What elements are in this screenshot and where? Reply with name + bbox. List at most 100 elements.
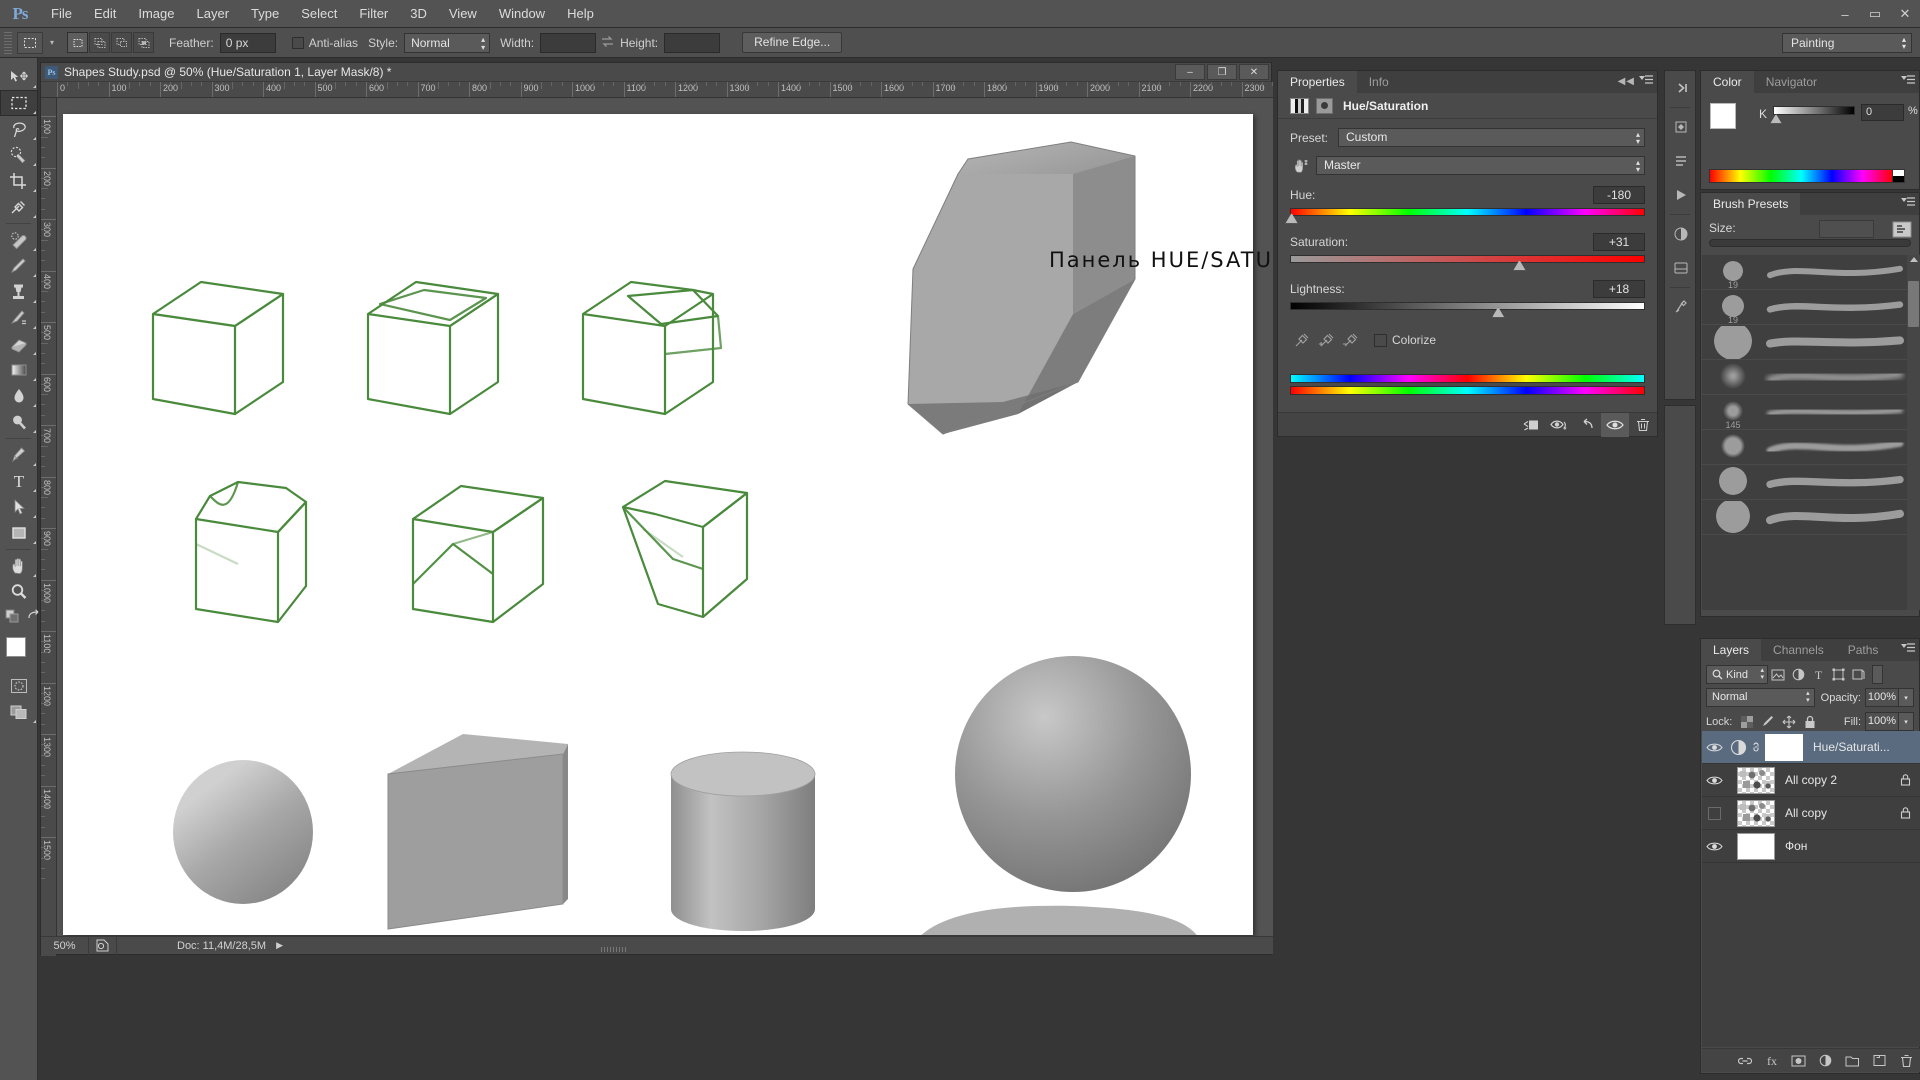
colorize-checkbox[interactable] <box>1374 333 1387 347</box>
tool-preset-chevron-icon[interactable]: ▾ <box>45 38 59 47</box>
color-spectrum-ramp[interactable] <box>1709 169 1894 183</box>
menu-view[interactable]: View <box>438 0 488 28</box>
filter-smart-object-icon[interactable] <box>1848 665 1868 684</box>
opacity-chevron-down-icon[interactable]: ▾ <box>1899 688 1914 707</box>
menu-file[interactable]: File <box>40 0 83 28</box>
tool-presets-icon[interactable] <box>1665 290 1697 324</box>
brush-panel-menu-icon[interactable] <box>1901 197 1915 211</box>
type-tool[interactable]: T <box>0 468 38 494</box>
add-to-selection-button[interactable] <box>89 32 110 53</box>
lock-transparent-pixels-icon[interactable] <box>1736 714 1757 730</box>
adjustment-layer-icon[interactable] <box>1727 739 1749 756</box>
brush-preset-item[interactable] <box>1702 465 1920 500</box>
path-selection-tool[interactable] <box>0 494 38 520</box>
new-selection-button[interactable] <box>67 32 88 53</box>
layer-mask-thumbnail[interactable] <box>1765 733 1803 761</box>
feather-input[interactable]: 0 px <box>219 32 276 53</box>
brush-size-input[interactable] <box>1819 220 1874 238</box>
vertical-ruler[interactable]: 100 200 300 400 500 600 700 800 900 1000 1100 1200 1… <box>41 98 57 956</box>
brush-preset-item[interactable] <box>1702 325 1920 360</box>
panel-menu-icon[interactable] <box>1639 75 1653 89</box>
layer-visibility-toggle[interactable] <box>1702 742 1727 753</box>
sample-eyedropper-icon[interactable] <box>1290 332 1314 348</box>
lock-position-icon[interactable] <box>1778 714 1799 730</box>
hand-tool[interactable] <box>0 553 38 579</box>
document-title-bar[interactable]: Ps Shapes Study.psd @ 50% (Hue/Saturatio… <box>41 63 1271 82</box>
brush-preset-item[interactable]: 19 <box>1702 290 1920 325</box>
width-input[interactable] <box>540 32 597 53</box>
filter-type-icon[interactable]: T <box>1808 665 1828 684</box>
current-tool-icon[interactable] <box>17 31 43 54</box>
scroll-up-arrow-icon[interactable] <box>1910 257 1918 262</box>
tab-channels[interactable]: Channels <box>1761 639 1836 661</box>
lock-all-icon[interactable] <box>1799 714 1820 730</box>
document-restore-button[interactable]: ❐ <box>1207 64 1237 80</box>
new-group-icon[interactable] <box>1839 1049 1866 1073</box>
clone-stamp-tool[interactable] <box>0 279 38 305</box>
delete-layer-icon[interactable] <box>1893 1049 1920 1073</box>
layer-visibility-toggle[interactable] <box>1702 775 1727 786</box>
anti-alias-checkbox[interactable] <box>291 36 304 49</box>
fill-value[interactable]: 100% <box>1865 712 1899 731</box>
visibility-icon[interactable] <box>1601 412 1629 437</box>
layer-thumbnail[interactable] <box>1737 766 1775 794</box>
move-tool[interactable] <box>0 64 38 90</box>
layer-link-icon[interactable] <box>1749 740 1763 754</box>
maximize-button[interactable]: ▭ <box>1860 0 1890 28</box>
filter-toggle-switch[interactable] <box>1872 665 1883 684</box>
menu-3d[interactable]: 3D <box>399 0 438 28</box>
tab-color[interactable]: Color <box>1701 71 1754 93</box>
preset-select[interactable]: Custom ▴ ▾ <box>1338 128 1645 147</box>
brush-list-scrollbar[interactable] <box>1907 255 1920 610</box>
horizontal-ruler[interactable]: 0 100 200 300 400 500 600 700 800 900 1000 1100 1200… <box>41 82 1273 98</box>
menu-image[interactable]: Image <box>127 0 185 28</box>
brush-preset-item[interactable]: 19 <box>1702 255 1920 290</box>
refine-edge-button[interactable]: Refine Edge... <box>742 32 843 53</box>
status-expand-icon[interactable]: ▶ <box>276 940 283 951</box>
mini-bridge-icon[interactable] <box>1665 110 1697 144</box>
brush-preset-item[interactable] <box>1702 500 1920 535</box>
close-button[interactable]: ✕ <box>1890 0 1920 28</box>
eyedropper-tool[interactable] <box>0 194 38 220</box>
subtract-from-selection-button[interactable] <box>111 32 132 53</box>
filter-adjustment-icon[interactable] <box>1788 665 1808 684</box>
layer-row[interactable]: Hue/Saturati... <box>1702 731 1920 764</box>
new-layer-icon[interactable] <box>1866 1049 1893 1073</box>
layer-row[interactable]: All copy <box>1702 797 1920 830</box>
color-foreground-swatch[interactable] <box>1710 103 1736 129</box>
brush-size-slider[interactable] <box>1709 239 1911 247</box>
panel-collapse-icons[interactable]: ◀◀ <box>1618 76 1635 87</box>
k-channel-slider[interactable] <box>1773 106 1855 115</box>
lock-image-pixels-icon[interactable] <box>1757 714 1778 730</box>
menu-edit[interactable]: Edit <box>83 0 127 28</box>
zoom-tool[interactable] <box>0 579 38 605</box>
mask-thumbnail-icon[interactable] <box>1316 97 1333 114</box>
scrollbar-thumb[interactable] <box>1908 281 1919 327</box>
styles-panel-icon[interactable] <box>1665 251 1697 285</box>
clip-to-layer-icon[interactable] <box>1517 413 1545 437</box>
document-thumb-icon[interactable] <box>89 936 117 955</box>
brush-tool[interactable] <box>0 253 38 279</box>
default-colors-icon[interactable] <box>5 609 20 626</box>
k-channel-value[interactable]: 0 <box>1861 104 1904 121</box>
brush-preset-folder-icon[interactable] <box>1891 219 1913 242</box>
adjustments-panel-icon[interactable] <box>1665 217 1697 251</box>
rectangle-tool[interactable] <box>0 520 38 546</box>
menu-select[interactable]: Select <box>290 0 348 28</box>
link-layers-icon[interactable] <box>1731 1049 1758 1073</box>
window-resize-grip[interactable] <box>601 947 627 952</box>
on-image-adjust-icon[interactable] <box>1290 158 1312 174</box>
document-canvas[interactable] <box>63 114 1253 935</box>
expand-dock-icon[interactable] <box>1665 71 1697 105</box>
crop-tool[interactable] <box>0 168 38 194</box>
layers-list[interactable]: Hue/Saturati... All copy 2 All copy Фон <box>1702 731 1920 1047</box>
add-to-sample-eyedropper-icon[interactable] <box>1314 332 1338 348</box>
menu-window[interactable]: Window <box>488 0 556 28</box>
k-channel-thumb[interactable] <box>1770 114 1782 124</box>
tab-brush-presets[interactable]: Brush Presets <box>1701 193 1801 215</box>
zoom-level[interactable]: 50% <box>41 936 89 955</box>
saturation-slider[interactable] <box>1290 255 1645 271</box>
hue-slider[interactable] <box>1285 208 1645 224</box>
intersect-selection-button[interactable] <box>133 32 154 53</box>
white-black-swatch[interactable] <box>1892 169 1905 183</box>
